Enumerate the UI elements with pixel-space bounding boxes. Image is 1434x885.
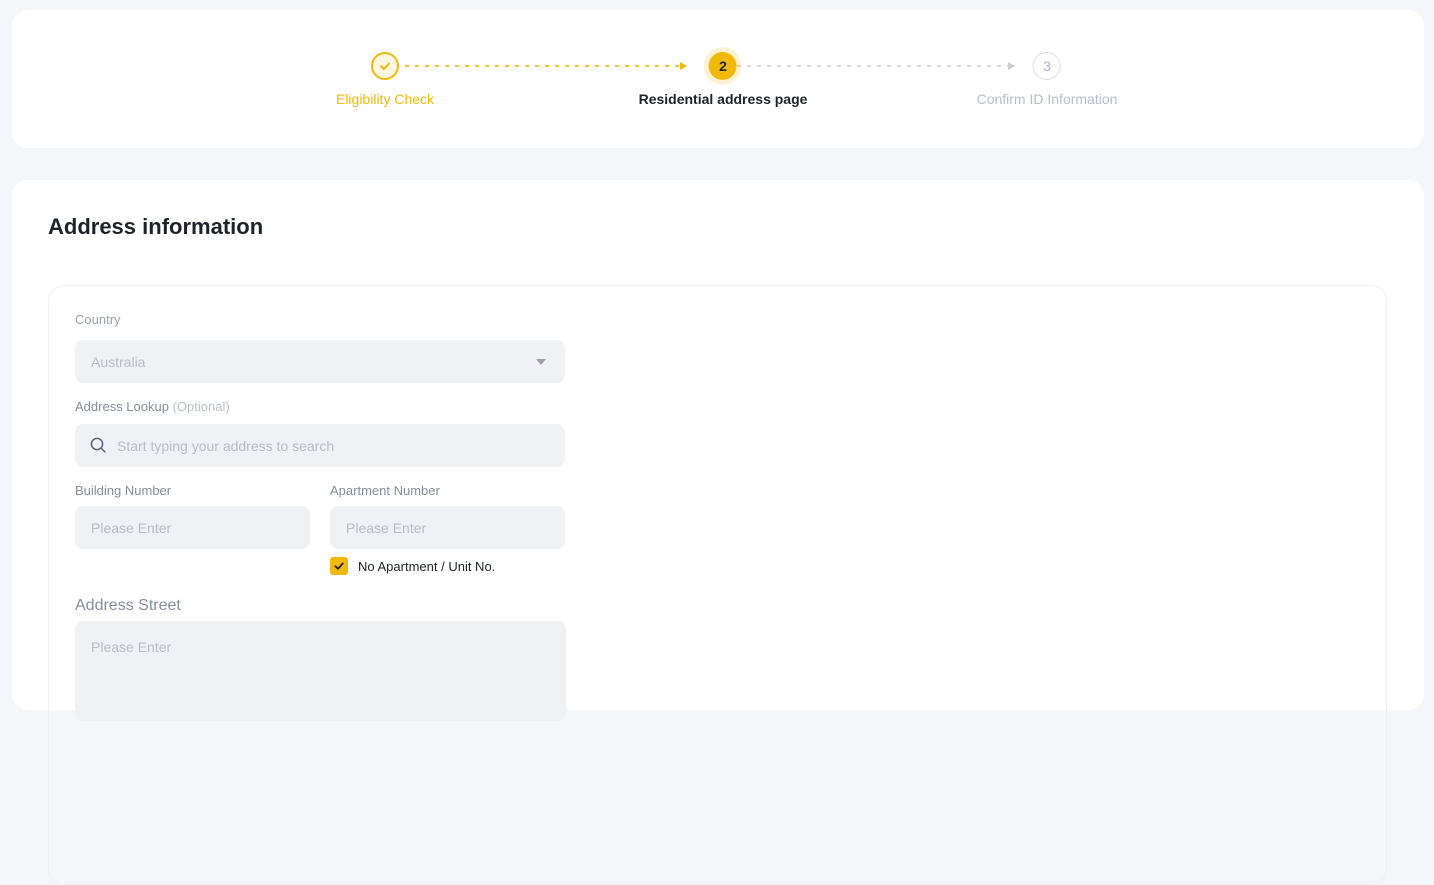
- step-confirm-id: 3 Confirm ID Information: [977, 52, 1118, 107]
- address-lookup-label: Address Lookup (Optional): [75, 399, 1386, 415]
- building-number-label: Building Number: [75, 483, 310, 499]
- check-icon: [378, 59, 392, 73]
- address-street-label: Address Street: [75, 596, 1386, 616]
- stepper-card: Eligibility Check 2 Residential address …: [12, 10, 1424, 148]
- step-3-label: Confirm ID Information: [977, 91, 1118, 107]
- address-lookup-field: [75, 424, 565, 467]
- step-residential-address: 2 Residential address page: [639, 52, 808, 107]
- step-2-indicator: 2: [709, 52, 737, 80]
- chevron-down-icon: [536, 359, 546, 365]
- step-1-indicator: [371, 52, 399, 80]
- address-lookup-label-text: Address Lookup: [75, 399, 169, 414]
- address-lookup-input[interactable]: [75, 424, 565, 467]
- no-apartment-checkbox[interactable]: [330, 557, 348, 575]
- apartment-number-label: Apartment Number: [330, 483, 565, 499]
- no-apartment-checkbox-row[interactable]: No Apartment / Unit No.: [330, 557, 1386, 575]
- apartment-number-field: Apartment Number: [330, 483, 565, 549]
- building-number-field: Building Number: [75, 483, 310, 549]
- step-3-indicator: 3: [1033, 52, 1061, 80]
- number-fields-row: Building Number Apartment Number: [75, 483, 1386, 549]
- address-form: Country Australia Address Lookup (Option…: [48, 285, 1387, 885]
- country-label: Country: [75, 312, 1386, 328]
- step-1-label: Eligibility Check: [336, 91, 434, 107]
- address-street-input[interactable]: [75, 621, 566, 721]
- step-eligibility-check: Eligibility Check: [336, 52, 434, 107]
- page-title: Address information: [48, 214, 263, 240]
- search-icon: [89, 436, 108, 455]
- step-2-label: Residential address page: [639, 91, 808, 107]
- no-apartment-checkbox-label: No Apartment / Unit No.: [358, 559, 495, 574]
- check-icon: [333, 560, 345, 572]
- building-number-input[interactable]: [75, 506, 310, 549]
- address-lookup-optional-hint: (Optional): [173, 399, 230, 414]
- country-select-value: Australia: [91, 354, 145, 370]
- country-select[interactable]: Australia: [75, 340, 565, 383]
- address-information-card: Address information Country Australia Ad…: [12, 180, 1424, 710]
- apartment-number-input[interactable]: [330, 506, 565, 549]
